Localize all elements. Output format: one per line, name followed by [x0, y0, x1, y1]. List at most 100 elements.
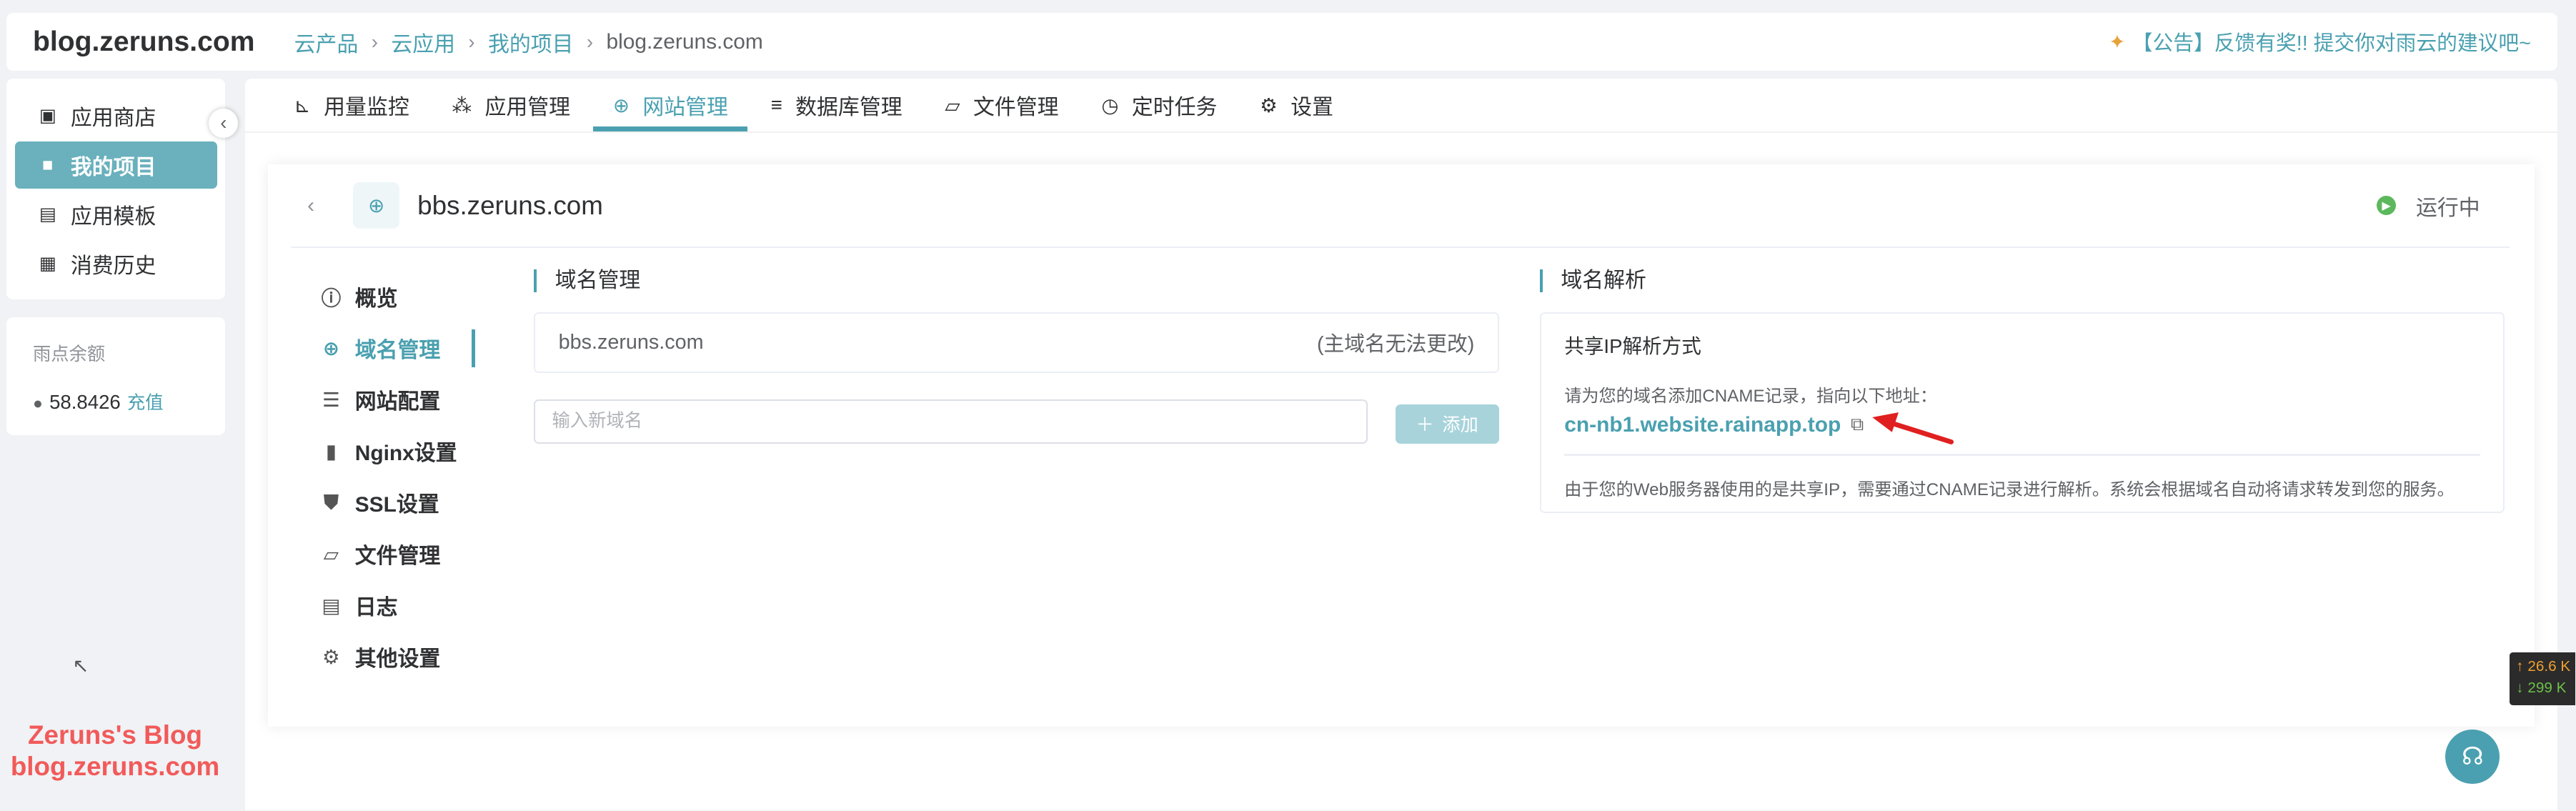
plus-icon: ＋	[1416, 415, 1434, 436]
status-text: 运行中	[2416, 196, 2480, 220]
globe-icon: ⊕	[322, 337, 339, 359]
headset-icon: ☊	[2462, 743, 2484, 771]
watermark: Zeruns's Blog blog.zeruns.com	[0, 720, 230, 782]
network-speed-widget: ↑ 26.6 K ↓ 299 K	[2510, 652, 2576, 705]
play-icon: ▶	[2376, 195, 2397, 216]
breadcrumb-cloud-apps[interactable]: 云应用	[391, 26, 455, 58]
tab-website-management[interactable]: ⊕ 网站管理	[593, 79, 748, 132]
party-icon: ✦	[2109, 31, 2126, 54]
subnav-item-ssl[interactable]: ⛊ SSL设置	[317, 477, 475, 528]
gear-icon: ⚙	[322, 645, 340, 668]
tab-database-management[interactable]: ≡ 数据库管理	[751, 79, 922, 131]
chart-icon: ⊾	[294, 94, 311, 116]
subnav-label: SSL设置	[354, 493, 439, 517]
mouse-cursor-icon: ↖	[72, 655, 89, 677]
subnav-item-site-config[interactable]: ☰ 网站配置	[317, 374, 475, 425]
tab-scheduled-tasks[interactable]: ◷ 定时任务	[1082, 79, 1237, 131]
dns-card-title: 共享IP解析方式	[1564, 334, 1701, 357]
site-subnav: ⓘ 概览 ⊕ 域名管理 ☰ 网站配置 ▮ Nginx设置 ⛊ SSL设置 ▱ 文…	[317, 271, 475, 682]
breadcrumb: 云产品 › 云应用 › 我的项目 › blog.zeruns.com	[294, 26, 763, 58]
subnav-item-logs[interactable]: ▤ 日志	[317, 579, 475, 631]
gears-icon: ⚙	[1260, 94, 1278, 116]
new-domain-input[interactable]	[534, 399, 1368, 444]
tab-bar: ⊾ 用量监控 ⁂ 应用管理 ⊕ 网站管理 ≡ 数据库管理 ▱ 文件管理 ◷ 定时…	[244, 79, 2557, 134]
sidebar-menu: ▣ 应用商店 ■ 我的项目 ▤ 应用模板 ▦ 消费历史	[6, 79, 226, 299]
chevron-right-icon: ›	[586, 30, 594, 53]
breadcrumb-current: blog.zeruns.com	[606, 29, 763, 54]
balance-card: 雨点余额 ● 58.8426 充值	[6, 317, 226, 436]
domain-management-title: 域名管理	[534, 269, 640, 293]
sidebar-collapse-button[interactable]: ‹	[209, 108, 239, 139]
subnav-item-domain-management[interactable]: ⊕ 域名管理	[317, 322, 475, 374]
folder-open-icon: ▱	[945, 94, 960, 116]
subnav-item-files[interactable]: ▱ 文件管理	[317, 528, 475, 579]
chevron-right-icon: ›	[371, 30, 378, 53]
divider	[1564, 454, 2480, 456]
sidebar-item-history[interactable]: ▦ 消费历史	[15, 240, 217, 288]
subnav-label: 日志	[354, 596, 398, 620]
history-icon: ▦	[39, 254, 56, 274]
tab-label: 网站管理	[642, 96, 728, 120]
watermark-line-2: blog.zeruns.com	[10, 752, 220, 782]
store-icon: ▣	[39, 106, 56, 126]
subnav-label: 域名管理	[354, 339, 441, 363]
subnav-label: 文件管理	[354, 544, 441, 569]
tab-label: 用量监控	[324, 96, 409, 120]
site-logo[interactable]: blog.zeruns.com	[33, 26, 255, 58]
add-domain-label: 添加	[1442, 415, 1478, 436]
support-button[interactable]: ☊	[2445, 730, 2500, 785]
download-speed: ↓ 299 K	[2516, 679, 2567, 696]
database-icon: ≡	[770, 94, 782, 116]
add-domain-button[interactable]: ＋ 添加	[1395, 404, 1499, 444]
subnav-item-other-settings[interactable]: ⚙ 其他设置	[317, 631, 475, 682]
sidebar-item-app-templates[interactable]: ▤ 应用模板	[15, 191, 217, 239]
sidebar-item-my-projects[interactable]: ■ 我的项目	[14, 141, 217, 189]
clock-icon: ◷	[1101, 94, 1119, 116]
folder-open-icon: ▱	[323, 542, 339, 565]
subnav-label: 网站配置	[354, 390, 441, 414]
breadcrumb-my-projects[interactable]: 我的项目	[488, 26, 574, 58]
tab-file-management[interactable]: ▱ 文件管理	[925, 79, 1078, 131]
primary-domain: bbs.zeruns.com	[558, 331, 704, 354]
breadcrumb-cloud-products[interactable]: 云产品	[294, 26, 359, 58]
main-content: ⊾ 用量监控 ⁂ 应用管理 ⊕ 网站管理 ≡ 数据库管理 ▱ 文件管理 ◷ 定时…	[244, 79, 2557, 810]
dns-title: 域名解析	[1540, 269, 1646, 293]
primary-domain-row: bbs.zeruns.com (主域名无法更改)	[534, 312, 1499, 374]
site-title: bbs.zeruns.com	[417, 190, 603, 220]
sidebar-item-app-store[interactable]: ▣ 应用商店	[15, 92, 217, 140]
tab-app-management[interactable]: ⁂ 应用管理	[432, 79, 590, 131]
primary-domain-note: (主域名无法更改)	[1316, 333, 1475, 357]
sidebar-item-label: 消费历史	[70, 254, 156, 279]
balance-value: 58.8426	[49, 391, 121, 414]
tab-label: 定时任务	[1131, 96, 1218, 120]
chevron-right-icon: ›	[468, 30, 475, 53]
subnav-label: 概览	[354, 287, 398, 312]
dns-footer: 由于您的Web服务器使用的是共享IP，需要通过CNAME记录进行解析。系统会根据…	[1564, 480, 2455, 500]
balance-label: 雨点余额	[32, 344, 106, 365]
tab-settings[interactable]: ⚙ 设置	[1240, 79, 1353, 131]
folder-icon: ■	[42, 154, 54, 175]
info-icon: ⓘ	[321, 287, 342, 310]
sidebar-item-label: 应用模板	[70, 205, 156, 229]
sidebar-item-label: 应用商店	[70, 106, 156, 131]
announcement-link[interactable]: ✦ 【公告】反馈有奖!! 提交你对雨云的建议吧~	[2109, 27, 2531, 56]
site-header: ‹ ⊕ bbs.zeruns.com ▶ 运行中	[291, 164, 2510, 249]
subnav-label: 其他设置	[354, 647, 441, 672]
tab-usage-monitor[interactable]: ⊾ 用量监控	[274, 79, 429, 131]
back-button[interactable]: ‹	[307, 194, 347, 218]
status-badge: ▶ 运行中	[2376, 190, 2480, 222]
drop-icon: ●	[32, 394, 43, 413]
subnav-item-nginx[interactable]: ▮ Nginx设置	[317, 425, 475, 477]
watermark-line-1: Zeruns's Blog	[28, 720, 202, 750]
file-icon: ▮	[325, 439, 337, 462]
announcement-text: 【公告】反馈有奖!! 提交你对雨云的建议吧~	[2132, 32, 2531, 56]
annotation-arrow-icon	[1871, 412, 1954, 445]
tab-label: 数据库管理	[795, 96, 902, 120]
template-icon: ▤	[39, 204, 56, 225]
upload-speed: ↑ 26.6 K	[2516, 657, 2571, 675]
recharge-link[interactable]: 充值	[127, 389, 164, 414]
site-panel: ‹ ⊕ bbs.zeruns.com ▶ 运行中 ⓘ 概览 ⊕ 域名管理 ☰ 网…	[267, 164, 2535, 727]
subnav-item-overview[interactable]: ⓘ 概览	[317, 271, 475, 322]
top-bar: blog.zeruns.com 云产品 › 云应用 › 我的项目 › blog.…	[6, 13, 2557, 71]
shield-icon: ⛊	[324, 490, 339, 513]
